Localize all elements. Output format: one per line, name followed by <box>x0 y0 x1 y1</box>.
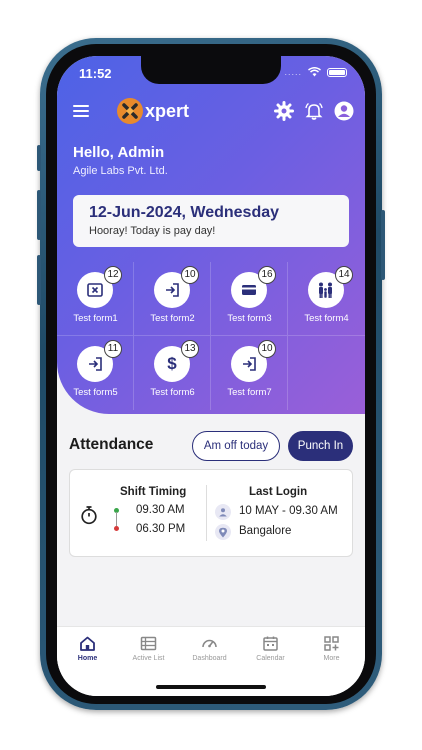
nav-label: Calendar <box>256 655 285 662</box>
form-label: Test form5 <box>73 387 118 398</box>
shift-end-time: 06.30 PM <box>136 523 186 535</box>
credit-card-icon <box>242 285 256 295</box>
logo-mark-icon <box>117 98 143 124</box>
login-arrow-icon <box>243 357 256 371</box>
last-login-time: 10 MAY - 09.30 AM <box>239 505 338 517</box>
app-screen: 11:52 ..... xpert Hello, Admin Agile Lab… <box>57 56 365 696</box>
wifi-icon <box>308 67 321 77</box>
last-login-location: Bangalore <box>239 525 292 537</box>
form-count-badge: 13 <box>181 340 199 358</box>
forms-grid: 12 Test form1 10 Test form2 16 Test form… <box>57 262 365 410</box>
greeting-title: Hello, Admin <box>73 144 165 161</box>
date-card: 12-Jun-2024, Wednesday Hooray! Today is … <box>73 195 349 247</box>
nav-label: Home <box>77 655 98 662</box>
shift-timing-title: Shift Timing <box>120 486 187 498</box>
form-tile-4[interactable]: 14 Test form4 <box>288 262 365 336</box>
nav-more[interactable]: More <box>301 627 362 667</box>
form-tile-7[interactable]: 10 Test form7 <box>211 336 288 410</box>
nav-label: More <box>323 655 340 662</box>
company-name: Agile Labs Pvt. Ltd. <box>73 165 168 177</box>
form-count-badge: 16 <box>258 266 276 284</box>
date-message: Hooray! Today is pay day! <box>89 225 216 237</box>
form-label: Test form6 <box>150 387 195 398</box>
attendance-title: Attendance <box>69 436 154 453</box>
form-count-badge: 12 <box>104 266 122 284</box>
am-off-today-button[interactable]: Am off today <box>192 431 280 461</box>
power-button <box>381 210 385 280</box>
shift-connector-line <box>116 512 117 526</box>
profile-avatar-icon[interactable] <box>333 100 355 122</box>
punch-in-button[interactable]: Punch In <box>288 431 353 461</box>
gauge-icon <box>202 639 217 648</box>
battery-icon <box>327 67 347 77</box>
login-arrow-icon <box>166 283 179 297</box>
shift-end-dot <box>114 526 119 531</box>
form-tile-1[interactable]: 12 Test form1 <box>57 262 134 336</box>
app-logo: xpert <box>117 98 189 124</box>
app-bar-actions <box>273 100 355 122</box>
nav-label: Dashboard <box>192 655 227 662</box>
volume-down-button <box>37 255 41 305</box>
notification-bell-icon[interactable] <box>303 100 325 122</box>
user-icon <box>215 504 231 520</box>
calendar-icon <box>263 636 278 651</box>
form-tile-2[interactable]: 10 Test form2 <box>134 262 211 336</box>
form-count-badge: 11 <box>104 340 122 358</box>
nav-dashboard[interactable]: Dashboard <box>179 627 240 667</box>
form-count-badge: 14 <box>335 266 353 284</box>
dollar-icon: $ <box>167 354 177 373</box>
nav-active-list[interactable]: Active List <box>118 627 179 667</box>
close-box-icon <box>87 283 103 297</box>
form-label: Test form7 <box>227 387 272 398</box>
shift-start-time: 09.30 AM <box>136 504 185 516</box>
nav-home[interactable]: Home <box>57 627 118 667</box>
family-icon <box>319 282 332 298</box>
last-login-title: Last Login <box>249 486 308 498</box>
status-time: 11:52 <box>79 66 112 81</box>
hamburger-menu-icon[interactable] <box>73 105 89 117</box>
login-arrow-icon <box>89 357 102 371</box>
settings-gear-icon[interactable] <box>273 100 295 122</box>
volume-up-button <box>37 190 41 240</box>
form-tile-3[interactable]: 16 Test form3 <box>211 262 288 336</box>
location-pin-icon <box>215 524 231 540</box>
current-date: 12-Jun-2024, Wednesday <box>89 204 280 221</box>
form-label: Test form4 <box>304 313 349 324</box>
stopwatch-icon <box>81 506 97 525</box>
app-brand-name: xpert <box>145 100 190 121</box>
form-label: Test form1 <box>73 313 118 324</box>
form-label: Test form3 <box>227 313 272 324</box>
form-count-badge: 10 <box>258 340 276 358</box>
attendance-card: Shift Timing 09.30 AM 06.30 PM Last Logi… <box>69 469 353 557</box>
home-indicator <box>156 685 266 689</box>
form-label: Test form2 <box>150 313 195 324</box>
home-icon <box>80 636 95 651</box>
camera-notch <box>141 56 281 84</box>
card-divider <box>206 485 207 541</box>
app-bar: xpert <box>57 98 365 126</box>
status-icons: ..... <box>284 67 347 77</box>
nav-label: Active List <box>132 655 165 662</box>
grid-plus-icon <box>324 636 339 651</box>
form-tile-5[interactable]: 11 Test form5 <box>57 336 134 410</box>
list-icon <box>140 636 157 651</box>
form-count-badge: 10 <box>181 266 199 284</box>
form-tile-6[interactable]: $ 13 Test form6 <box>134 336 211 410</box>
nav-calendar[interactable]: Calendar <box>240 627 301 667</box>
mute-switch <box>37 145 41 171</box>
signal-dots: ..... <box>284 67 302 77</box>
